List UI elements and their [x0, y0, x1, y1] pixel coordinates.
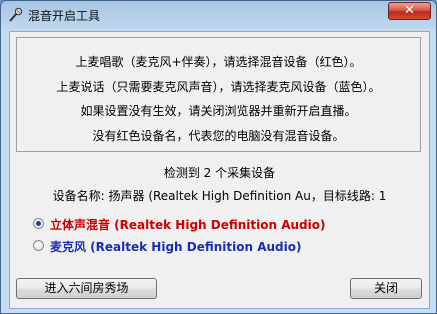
instruction-line: 如果设置没有生效，请关闭浏览器并重新开启直播。 — [80, 104, 357, 118]
window-close-button[interactable]: ✕ — [388, 2, 431, 20]
instruction-line: 上麦唱歌（麦克风+伴奏），请选择混音设备（红色）。 — [75, 55, 362, 69]
enter-room-button[interactable]: 进入六间房秀场 — [16, 278, 157, 299]
device-option-label: 立体声混音 (Realtek High Definition Audio) — [50, 218, 326, 232]
device-name-text: 设备名称: 扬声器 (Realtek High Definition Au，目标… — [52, 189, 387, 203]
window-title: 混音开启工具 — [28, 9, 101, 23]
radio-button[interactable] — [33, 218, 44, 229]
instructions-box: 上麦唱歌（麦克风+伴奏），请选择混音设备（红色）。 上麦说话（只需要麦克风声音）… — [16, 37, 421, 152]
close-icon: ✕ — [404, 3, 415, 18]
device-option-label: 麦克风 (Realtek High Definition Audio) — [50, 240, 302, 254]
instruction-line: 没有红色设备名，代表您的电脑没有混音设备。 — [92, 129, 345, 143]
tool-window: 混音开启工具 ✕ 上麦唱歌（麦克风+伴奏），请选择混音设备（红色）。 上麦说话（… — [0, 0, 437, 314]
dialog-body: 上麦唱歌（麦克风+伴奏），请选择混音设备（红色）。 上麦说话（只需要麦克风声音）… — [9, 31, 430, 309]
instruction-line: 上麦说话（只需要麦克风声音），请选择麦克风设备（蓝色）。 — [56, 80, 381, 94]
radio-button[interactable] — [33, 240, 44, 251]
mic-icon — [7, 7, 23, 23]
close-button[interactable]: 关闭 — [350, 278, 422, 299]
detected-count-text: 检测到 2 个采集设备 — [163, 166, 276, 180]
title-bar[interactable]: 混音开启工具 ✕ — [1, 1, 436, 29]
